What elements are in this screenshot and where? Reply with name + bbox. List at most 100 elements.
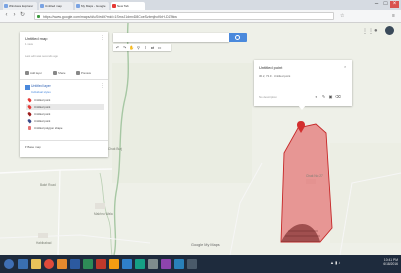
tab-favicon-icon — [76, 4, 80, 8]
url-field[interactable]: https://www.google.com/maps/d/u/0/edit?m… — [34, 12, 334, 20]
map-views: 1 view — [25, 42, 33, 46]
tab-label: Windows Explorer — [9, 4, 34, 8]
card-coordinates: 30.2, 73.9 · Untitled point — [259, 74, 291, 78]
list-item-selected[interactable]: Untitled point — [26, 104, 104, 110]
preview-button[interactable]: Preview — [76, 70, 91, 76]
trash-icon[interactable]: ⌫ — [335, 94, 341, 99]
marker-icon — [27, 104, 32, 110]
base-map-toggle[interactable]: ▾ Base map — [25, 145, 41, 149]
town-block — [38, 233, 48, 238]
screen: Windows Explorer Untitled map My Maps - … — [0, 0, 401, 273]
undo-icon[interactable]: ↶ — [115, 45, 120, 50]
tab-favicon-icon — [112, 4, 116, 8]
redo-icon[interactable]: ↷ — [122, 45, 127, 50]
field-patch — [112, 63, 252, 183]
map-canvas[interactable]: Bakri Road Chak Burj Makhru Wala Chak No… — [0, 23, 401, 255]
directions-icon[interactable]: ⇄ — [150, 45, 155, 50]
layer-checkbox[interactable] — [25, 85, 30, 90]
vlc-icon[interactable] — [109, 259, 119, 269]
tab-favicon-icon — [40, 4, 44, 8]
marker-icon — [27, 97, 32, 103]
add-layer-icon — [25, 71, 29, 75]
list-item-label: Untitled point — [34, 105, 51, 109]
paint-icon[interactable]: ◐ — [314, 94, 319, 99]
google-brand-label: Google My Maps — [191, 243, 220, 247]
place-label: Bakri Road — [40, 183, 56, 187]
last-edit-text: Last edit was seconds ago — [25, 54, 58, 58]
mail-icon[interactable] — [174, 259, 184, 269]
feature-info-card: Untitled point × 30.2, 73.9 · Untitled p… — [254, 60, 352, 106]
browser-tab-active[interactable]: New Tab — [111, 2, 145, 10]
tab-label: New Tab — [117, 4, 129, 8]
settings-icon[interactable] — [135, 259, 145, 269]
explorer-icon[interactable] — [122, 259, 132, 269]
word-icon[interactable] — [70, 259, 80, 269]
clock[interactable]: 10:41 PM 6/18/2016 — [360, 258, 398, 266]
minimize-button[interactable]: – — [372, 1, 381, 8]
browser-tab[interactable]: My Maps - Google — [75, 2, 109, 10]
apps-grid-icon[interactable]: ⋮⋮ — [362, 28, 374, 35]
layer-name[interactable]: Untitled layer — [31, 84, 51, 88]
list-item[interactable]: Untitled point — [26, 97, 104, 103]
add-layer-button[interactable]: Add layer — [25, 70, 42, 76]
browser-tab[interactable]: Untitled map — [39, 2, 73, 10]
divider — [20, 79, 108, 80]
marker-icon — [27, 118, 32, 124]
forward-icon[interactable]: › — [11, 12, 18, 19]
tab-label: Untitled map — [45, 4, 62, 8]
list-item[interactable]: Untitled point — [26, 118, 104, 124]
folder-icon[interactable] — [31, 259, 41, 269]
pencil-icon[interactable]: ✎ — [321, 94, 326, 99]
ie-icon[interactable] — [18, 259, 28, 269]
close-icon[interactable]: × — [344, 64, 346, 69]
map-details-panel: Untitled map 1 view ⋮ Last edit was seco… — [20, 32, 108, 157]
map-toolbar: ↶ ↷ ✋ ⚲ ⌇ ⇄ ▭ — [113, 44, 171, 51]
excel-icon[interactable] — [83, 259, 93, 269]
os-taskbar: ▲ ▮ ♪ 10:41 PM 6/18/2016 — [0, 255, 401, 273]
map-title[interactable]: Untitled map — [25, 36, 47, 41]
ruler-icon[interactable]: ▭ — [157, 45, 162, 50]
star-icon[interactable]: ☆ — [340, 13, 344, 19]
media-icon[interactable] — [57, 259, 67, 269]
store-icon[interactable] — [148, 259, 158, 269]
town-block — [95, 203, 105, 209]
clock-date: 6/18/2016 — [383, 262, 398, 266]
chrome-icon[interactable] — [44, 259, 54, 269]
share-button[interactable]: Share — [53, 70, 65, 76]
menu-icon[interactable]: ≡ — [392, 13, 395, 19]
camera-icon[interactable]: ▣ — [328, 94, 333, 99]
layer-style-link[interactable]: Individual styles — [31, 90, 51, 94]
card-title: Untitled point — [259, 65, 283, 70]
notifications-icon[interactable]: ● — [374, 28, 378, 34]
app-icon[interactable] — [187, 259, 197, 269]
search-button[interactable] — [229, 33, 247, 42]
list-item[interactable]: Untitled point — [26, 111, 104, 117]
lock-icon — [37, 15, 40, 18]
tray-icons[interactable]: ▲ ▮ ♪ — [330, 261, 340, 265]
hand-icon[interactable]: ✋ — [129, 45, 134, 50]
preview-icon — [76, 71, 80, 75]
draw-line-icon[interactable]: ⌇ — [143, 45, 148, 50]
reload-icon[interactable]: ↻ — [19, 12, 26, 19]
maximize-button[interactable]: □ — [381, 1, 390, 8]
place-label: Chak No 27 — [306, 174, 323, 178]
polygon-icon — [28, 126, 31, 130]
start-button[interactable] — [4, 259, 14, 269]
browser-tab-bar: Windows Explorer Untitled map My Maps - … — [0, 0, 401, 10]
close-window-button[interactable]: × — [390, 1, 399, 8]
preview-label: Preview — [81, 71, 91, 75]
paint-app-icon[interactable] — [96, 259, 106, 269]
layer-options-icon[interactable]: ⋮ — [100, 83, 105, 89]
field-patch — [330, 143, 401, 243]
search-input[interactable] — [113, 33, 229, 42]
add-layer-label: Add layer — [30, 71, 42, 75]
photos-icon[interactable] — [161, 259, 171, 269]
divider — [20, 140, 108, 141]
list-item[interactable]: Untitled polygon shape — [26, 125, 104, 131]
marker-tool-icon[interactable]: ⚲ — [136, 45, 141, 50]
back-icon[interactable]: ‹ — [3, 12, 10, 19]
panel-more-icon[interactable]: ⋮ — [100, 35, 105, 41]
avatar[interactable] — [385, 26, 394, 35]
browser-tab[interactable]: Windows Explorer — [3, 2, 37, 10]
tab-favicon-icon — [4, 4, 8, 8]
